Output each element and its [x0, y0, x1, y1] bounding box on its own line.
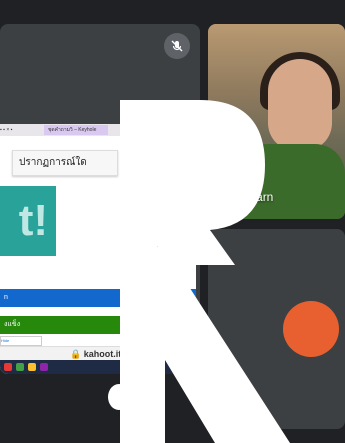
- answer-option-green[interactable]: งแข็ง: [0, 316, 196, 334]
- os-taskbar: [0, 360, 196, 374]
- question-image: t!: [0, 186, 56, 256]
- browser-tab[interactable]: ▪ ▪ × ▪: [0, 125, 40, 135]
- taskbar-app-icon[interactable]: [16, 363, 24, 371]
- avatar: [283, 301, 339, 357]
- url-text: 🔒 kahoot.it C: [70, 349, 131, 359]
- participant-shirt: [238, 144, 345, 219]
- answers-count: 8: [168, 226, 176, 241]
- participant-face: [268, 59, 332, 151]
- taskbar-app-icon[interactable]: [28, 363, 36, 371]
- browser-tab-bar: ▪ ▪ × ▪ ชุดคำถามวิ – Keyhole: [0, 124, 196, 136]
- taskbar-app-icon[interactable]: [4, 363, 12, 371]
- participant-tile[interactable]: Chutikarn: [208, 24, 345, 219]
- video-call-grid: ▪ ▪ × ▪ ชุดคำถามวิ – Keyhole ปรากฏการณ์ใ…: [0, 0, 345, 443]
- shared-screen: ▪ ▪ × ▪ ชุดคำถามวิ – Keyhole ปรากฏการณ์ใ…: [0, 124, 196, 374]
- question-text: ปรากฏการณ์ใด: [12, 150, 118, 176]
- answers-label: Answers: [157, 242, 187, 249]
- screen-share-tile[interactable]: ▪ ▪ × ▪ ชุดคำถามวิ – Keyhole ปรากฏการณ์ใ…: [0, 24, 200, 374]
- mic-off-icon[interactable]: [164, 33, 190, 59]
- participant-tile[interactable]: วาสนา: [208, 229, 345, 429]
- participant-name: Chutikarn: [222, 190, 274, 204]
- participant-avatar-icon: [108, 384, 130, 410]
- share-popup[interactable]: Hide: [0, 336, 42, 346]
- answer-option-blue[interactable]: n: [0, 289, 196, 307]
- participant-name: วาสนา: [220, 401, 256, 415]
- taskbar-app-icon[interactable]: [40, 363, 48, 371]
- address-bar: 🔒 kahoot.it C: [0, 346, 196, 361]
- browser-tab-active[interactable]: ชุดคำถามวิ – Keyhole: [44, 125, 108, 135]
